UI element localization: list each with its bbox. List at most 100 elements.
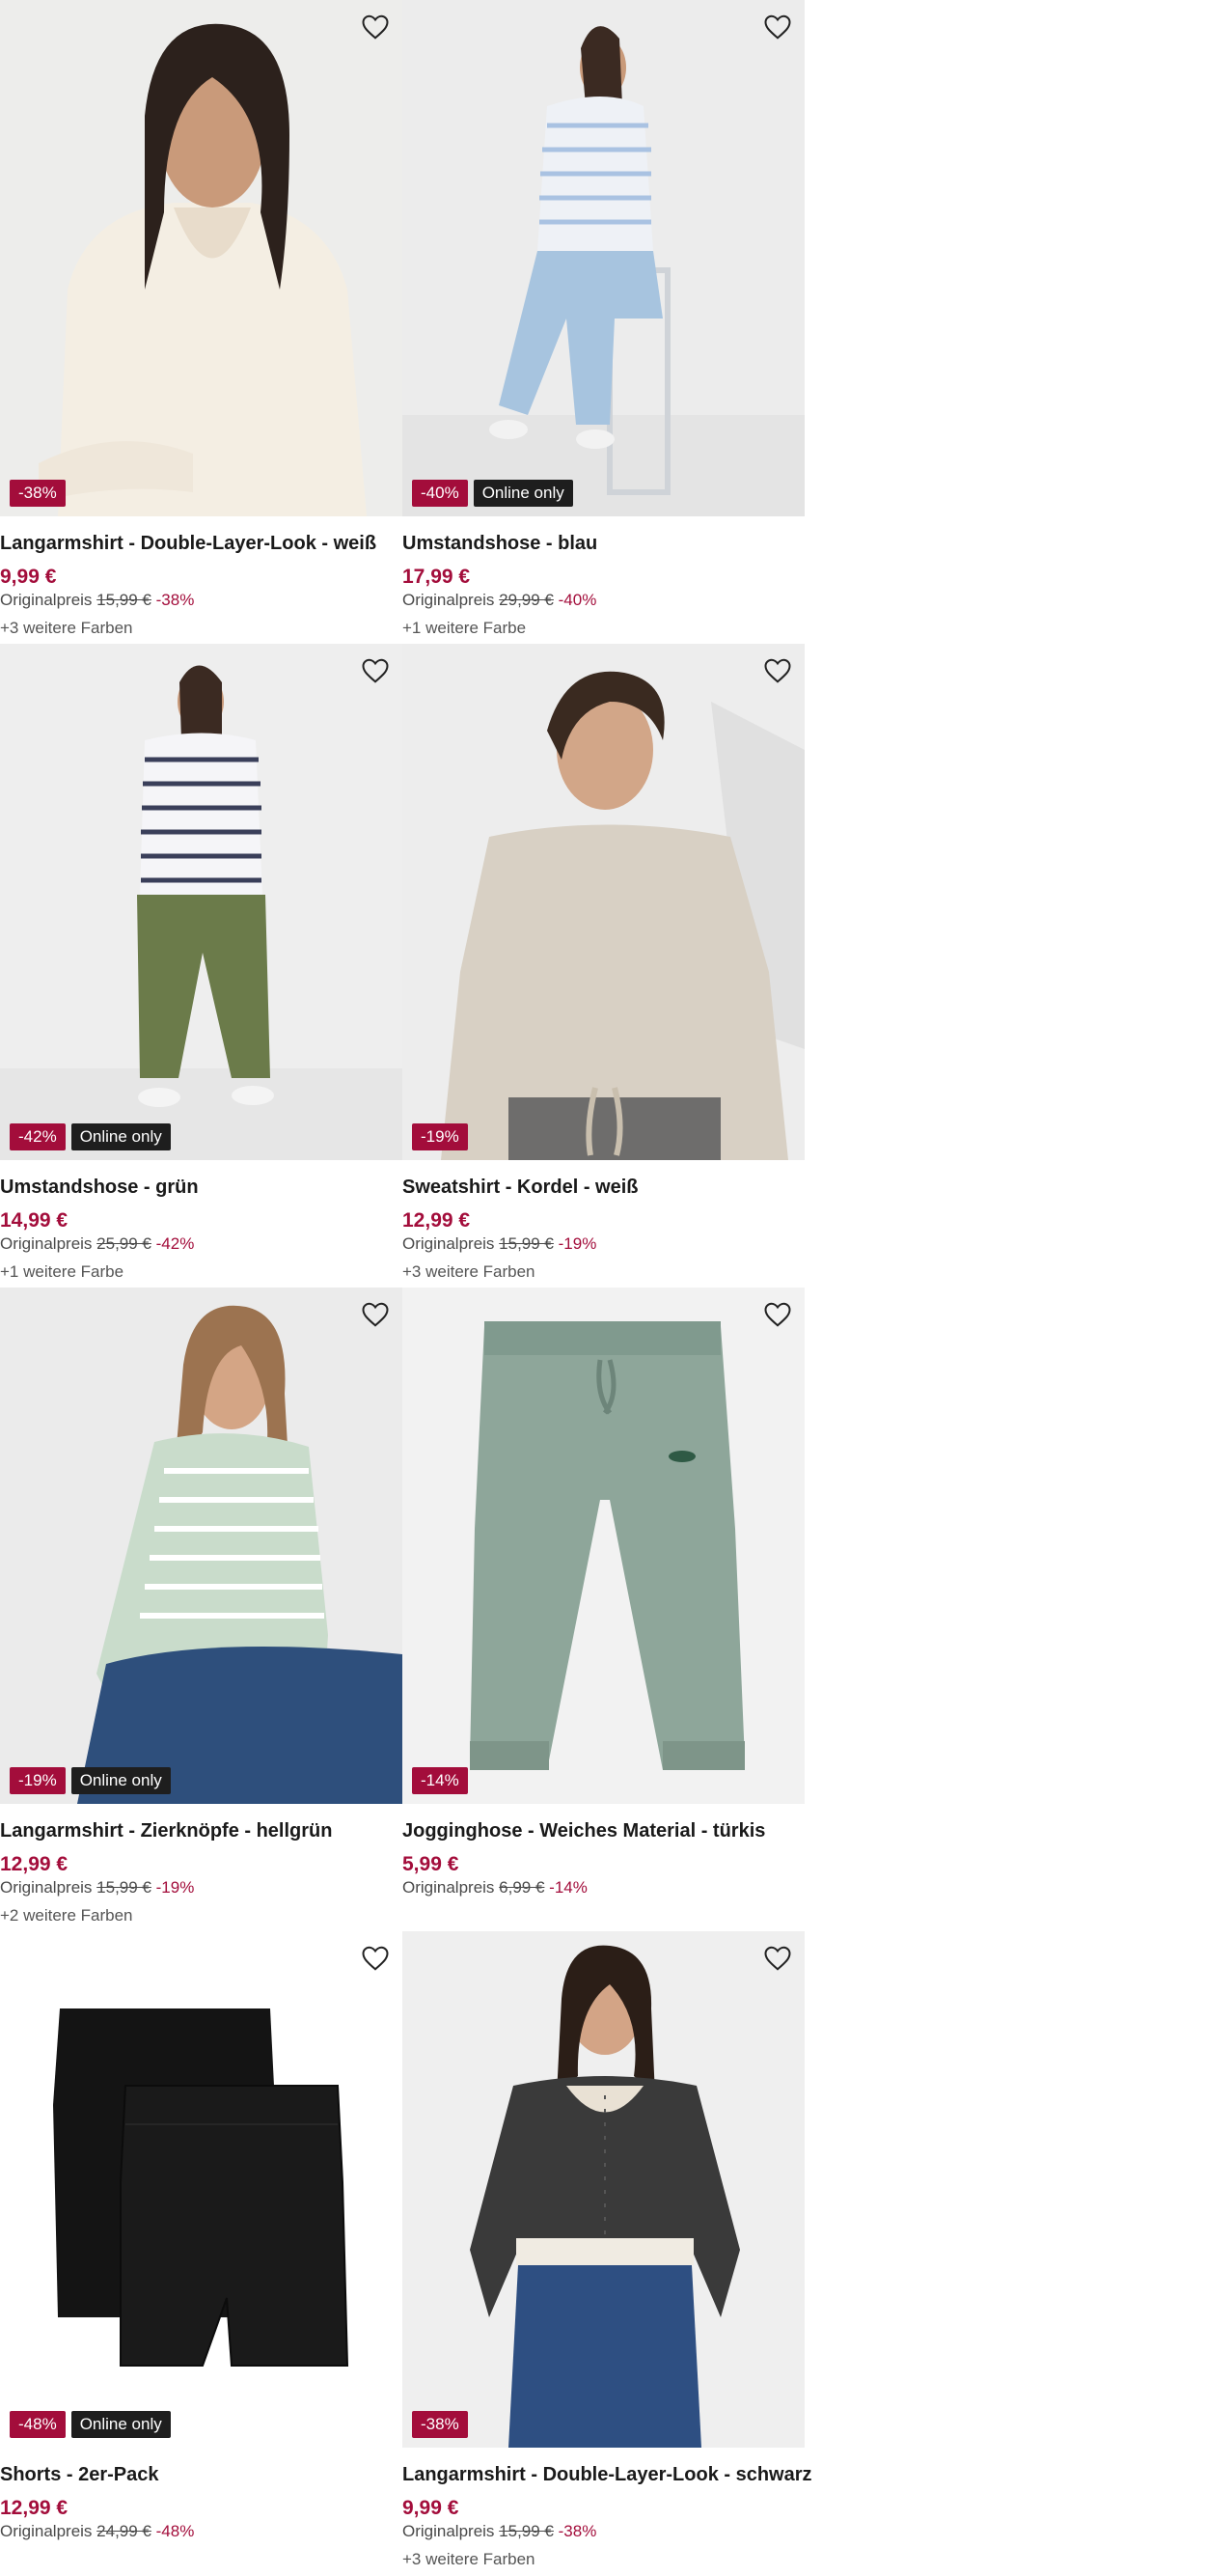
more-colors-link[interactable]: +3 weitere Farben — [402, 1261, 805, 1283]
product-price: 12,99 € — [402, 1209, 471, 1232]
discount-percent: -48% — [155, 2522, 195, 2540]
product-grid: -38% Langarmshirt - Double-Layer-Look - … — [0, 0, 812, 2575]
product-card[interactable]: -42% Online only Umstandshose - grün 14,… — [0, 644, 402, 1288]
wishlist-button[interactable] — [760, 1297, 795, 1332]
discount-badge: -38% — [10, 480, 66, 507]
more-colors-link[interactable]: +2 weitere Farben — [0, 1905, 402, 1926]
product-name[interactable]: Langarmshirt - Double-Layer-Look - schwa… — [402, 2463, 812, 2486]
heart-outline-icon — [362, 1946, 389, 1971]
more-colors-link[interactable]: +3 weitere Farben — [402, 2549, 805, 2570]
discount-badge: -40% — [412, 480, 468, 507]
original-price: 29,99 € — [499, 591, 554, 609]
original-price-label: Originalpreis — [402, 1234, 495, 1253]
online-only-badge: Online only — [70, 2411, 171, 2438]
discount-badge: -14% — [412, 1767, 468, 1794]
badge-group: -38% — [412, 2411, 468, 2438]
heart-outline-icon — [764, 1946, 791, 1971]
original-price: 15,99 € — [499, 1234, 554, 1253]
badge-group: -19% — [412, 1123, 468, 1150]
original-price-line: Originalpreis 6,99 € -14% — [402, 1877, 805, 1898]
online-only-badge: Online only — [70, 1767, 171, 1794]
original-price-line: Originalpreis 15,99 € -38% — [402, 2521, 805, 2542]
discount-badge: -19% — [412, 1123, 468, 1150]
discount-badge: -48% — [10, 2411, 66, 2438]
product-card[interactable]: -48% Online only Shorts - 2er-Pack 12,99… — [0, 1931, 402, 2575]
product-image[interactable]: -42% Online only — [0, 644, 402, 1160]
heart-outline-icon — [764, 658, 791, 683]
original-price-line: Originalpreis 15,99 € -19% — [402, 1233, 805, 1255]
product-name[interactable]: Langarmshirt - Double-Layer-Look - weiß — [0, 532, 402, 555]
badge-group: -14% — [412, 1767, 468, 1794]
original-price: 15,99 € — [96, 1878, 151, 1897]
discount-percent: -14% — [549, 1878, 588, 1897]
badge-group: -40% Online only — [412, 480, 573, 507]
product-card[interactable]: -38% Langarmshirt - Double-Layer-Look - … — [0, 0, 402, 644]
heart-outline-icon — [764, 1302, 791, 1327]
product-photo — [0, 644, 402, 1160]
discount-badge: -42% — [10, 1123, 66, 1150]
wishlist-button[interactable] — [358, 1297, 393, 1332]
wishlist-button[interactable] — [760, 653, 795, 688]
product-photo — [402, 1288, 805, 1804]
product-name[interactable]: Umstandshose - grün — [0, 1176, 402, 1199]
badge-group: -38% — [10, 480, 66, 507]
more-colors-link[interactable]: +3 weitere Farben — [0, 618, 402, 639]
product-name[interactable]: Sweatshirt - Kordel - weiß — [402, 1176, 805, 1199]
product-photo — [402, 0, 805, 516]
more-colors-link[interactable]: +1 weitere Farbe — [402, 618, 805, 639]
product-photo — [0, 1288, 402, 1804]
original-price-label: Originalpreis — [0, 591, 93, 609]
wishlist-button[interactable] — [760, 1941, 795, 1976]
discount-badge: -38% — [412, 2411, 468, 2438]
product-price: 9,99 € — [0, 566, 57, 588]
product-image[interactable]: -48% Online only — [0, 1931, 402, 2448]
original-price: 25,99 € — [96, 1234, 151, 1253]
original-price: 15,99 € — [96, 591, 151, 609]
original-price-label: Originalpreis — [402, 2522, 495, 2540]
product-photo — [402, 644, 805, 1160]
original-price: 15,99 € — [499, 2522, 554, 2540]
wishlist-button[interactable] — [358, 1941, 393, 1976]
original-price-label: Originalpreis — [0, 2522, 93, 2540]
discount-percent: -38% — [558, 2522, 597, 2540]
badge-group: -48% Online only — [10, 2411, 171, 2438]
heart-outline-icon — [764, 14, 791, 40]
original-price-label: Originalpreis — [0, 1878, 93, 1897]
wishlist-button[interactable] — [358, 653, 393, 688]
discount-percent: -42% — [155, 1234, 195, 1253]
product-price: 14,99 € — [0, 1209, 69, 1232]
product-card[interactable]: -14% Jogginghose - Weiches Material - tü… — [402, 1288, 805, 1931]
product-card[interactable]: -40% Online only Umstandshose - blau 17,… — [402, 0, 805, 644]
product-name[interactable]: Langarmshirt - Zierknöpfe - hellgrün — [0, 1819, 402, 1842]
discount-badge: -19% — [10, 1767, 66, 1794]
original-price: 24,99 € — [96, 2522, 151, 2540]
product-card[interactable]: -38% Langarmshirt - Double-Layer-Look - … — [402, 1931, 812, 2575]
original-price-line: Originalpreis 29,99 € -40% — [402, 590, 805, 611]
product-card[interactable]: -19% Sweatshirt - Kordel - weiß 12,99 € … — [402, 644, 805, 1288]
badge-group: -42% Online only — [10, 1123, 171, 1150]
product-price: 12,99 € — [0, 1853, 69, 1875]
more-colors-link[interactable]: +1 weitere Farbe — [0, 1261, 402, 1283]
original-price-label: Originalpreis — [402, 1878, 495, 1897]
product-image[interactable]: -19% Online only — [0, 1288, 402, 1804]
wishlist-button[interactable] — [760, 10, 795, 44]
product-image[interactable]: -38% — [0, 0, 402, 516]
product-photo — [0, 1931, 402, 2448]
heart-outline-icon — [362, 658, 389, 683]
product-image[interactable]: -38% — [402, 1931, 805, 2448]
wishlist-button[interactable] — [358, 10, 393, 44]
product-price: 17,99 € — [402, 566, 471, 588]
product-image[interactable]: -14% — [402, 1288, 805, 1804]
product-image[interactable]: -40% Online only — [402, 0, 805, 516]
product-price: 5,99 € — [402, 1853, 459, 1875]
original-price-line: Originalpreis 15,99 € -19% — [0, 1877, 402, 1898]
product-image[interactable]: -19% — [402, 644, 805, 1160]
product-photo — [402, 1931, 805, 2448]
product-name[interactable]: Umstandshose - blau — [402, 532, 805, 555]
original-price-line: Originalpreis 25,99 € -42% — [0, 1233, 402, 1255]
discount-percent: -19% — [558, 1234, 597, 1253]
product-name[interactable]: Shorts - 2er-Pack — [0, 2463, 402, 2486]
discount-percent: -38% — [155, 591, 195, 609]
product-name[interactable]: Jogginghose - Weiches Material - türkis — [402, 1819, 805, 1842]
product-card[interactable]: -19% Online only Langarmshirt - Zierknöp… — [0, 1288, 402, 1931]
